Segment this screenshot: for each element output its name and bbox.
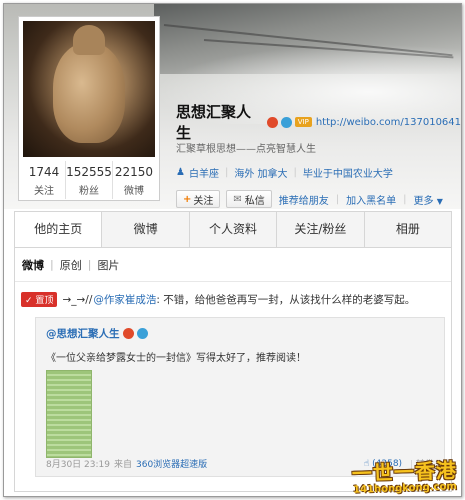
repost-text: 《一位父亲给梦露女士的一封信》写得太好了，推荐阅读！: [46, 353, 306, 364]
recommend-link[interactable]: 推荐给朋友: [279, 192, 329, 207]
tag-separator: |: [224, 167, 229, 178]
profile-tags: ♟ 白羊座 | 海外 加拿大 | 毕业于中国农业大学: [176, 165, 461, 180]
buddha-head-image: [53, 43, 125, 143]
post-text-line: ✓ 置顶 →_→// @作家崔成浩 : 不错，给他爸爸再写一封，从该找什么样的老…: [21, 292, 451, 307]
profile-name: 思想汇聚人生: [176, 103, 252, 142]
pin-icon: ✓: [25, 296, 33, 306]
verified-badge-icon[interactable]: [267, 116, 278, 128]
feed-subtabs: 微博 | 原创 | 图片: [15, 248, 451, 282]
profile-name-row: 思想汇聚人生 VIP http://weibo.com/137010641: [176, 103, 461, 142]
repost-source-prefix: 来自: [113, 460, 132, 470]
repost-source-link[interactable]: 360浏览器超速版: [136, 457, 207, 470]
profile-url-link[interactable]: http://weibo.com/137010641: [316, 117, 461, 128]
blacklist-link[interactable]: 加入黑名单: [346, 192, 396, 207]
feed-content: 微博 | 原创 | 图片 ✓ 置顶 →_→// @作家崔成浩 : 不错，给他爸爸…: [14, 247, 452, 492]
weibo-profile-frame: 1744 关注 152555 粉丝 22150 微博 思想汇聚人生 VIP ht…: [3, 3, 462, 497]
tab-home[interactable]: 他的主页: [15, 212, 103, 247]
profile-motto: 汇聚草根思想——点亮智慧人生: [176, 144, 316, 155]
message-label: 私信: [244, 195, 265, 207]
buddha-topknot-image: [73, 25, 105, 55]
avatar[interactable]: [23, 21, 155, 157]
stat-posts-label: 微博: [123, 186, 144, 197]
tab-album[interactable]: 相册: [365, 212, 451, 247]
pinned-label: 置顶: [35, 296, 54, 306]
subtab-separator: |: [87, 258, 92, 271]
follow-label: 关注: [193, 195, 214, 207]
person-icon: ♟: [176, 167, 185, 178]
stat-following[interactable]: 1744 关注: [23, 161, 67, 199]
pinned-post: ✓ 置顶 →_→// @作家崔成浩 : 不错，给他爸爸再写一封，从该找什么样的老…: [15, 282, 451, 477]
post-mention-link[interactable]: @作家崔成浩: [93, 292, 156, 307]
tab-follow[interactable]: 关注/粉丝: [277, 212, 365, 247]
mail-icon: ✉: [233, 193, 242, 205]
action-separator: |: [335, 193, 340, 205]
stat-followers-count: 152555: [66, 165, 112, 179]
tag-separator: |: [293, 167, 297, 178]
stat-following-count: 1744: [28, 165, 60, 179]
watermark-domain: 141hongkong.com: [352, 481, 457, 496]
tab-profile[interactable]: 个人资料: [190, 212, 278, 247]
verified-badge-icon: [122, 328, 134, 339]
site-watermark: 一世一香港 141hongkong.com: [351, 454, 458, 496]
profile-tabs: 他的主页 微博 个人资料 关注/粉丝 相册: [14, 211, 452, 247]
subtab-images[interactable]: 图片: [97, 257, 119, 273]
follow-button[interactable]: + 关注: [176, 190, 221, 208]
stat-followers[interactable]: 152555 粉丝: [66, 161, 113, 199]
stat-posts[interactable]: 22150 微博: [113, 161, 155, 199]
profile-stats: 1744 关注 152555 粉丝 22150 微博: [23, 161, 155, 199]
profile-info: 思想汇聚人生 VIP http://weibo.com/137010641 汇聚…: [176, 103, 461, 208]
pinned-badge: ✓ 置顶: [21, 292, 58, 307]
member-badge-icon: [136, 328, 148, 339]
subtab-original[interactable]: 原创: [60, 257, 82, 273]
action-separator: |: [403, 193, 407, 205]
tag-location[interactable]: 海外 加拿大: [234, 165, 287, 180]
stat-followers-label: 粉丝: [79, 186, 99, 197]
tab-weibo[interactable]: 微博: [102, 212, 190, 247]
repost-author-link[interactable]: @思想汇聚人生: [46, 326, 120, 341]
vip-badge[interactable]: VIP: [294, 117, 312, 127]
profile-actions: + 关注 ✉ 私信 推荐给朋友 | 加入黑名单 | 更多 ▼: [176, 190, 461, 208]
chevron-down-icon: ▼: [436, 196, 443, 206]
stat-posts-count: 22150: [114, 165, 154, 179]
repost-author-row: @思想汇聚人生: [46, 326, 434, 341]
repost-image-thumbnail[interactable]: [46, 370, 92, 458]
subtab-separator: |: [50, 258, 54, 271]
tag-school[interactable]: 毕业于中国农业大学: [303, 165, 393, 180]
message-button[interactable]: ✉ 私信: [226, 190, 272, 208]
more-label: 更多: [413, 195, 434, 207]
subtab-weibo[interactable]: 微博: [22, 257, 44, 273]
repost-box: @思想汇聚人生 《一位父亲给梦露女士的一封信》写得太好了，推荐阅读！ 8月30日…: [35, 317, 445, 477]
tag-zodiac[interactable]: 白羊座: [189, 165, 219, 180]
repost-date-link[interactable]: 8月30日 23:19: [46, 457, 110, 470]
stat-following-label: 关注: [34, 186, 55, 197]
post-text: : 不错，给他爸爸再写一封，从该找什么样的老婆写起。: [156, 294, 416, 306]
post-prefix: →_→//: [62, 293, 93, 306]
plus-icon: +: [183, 193, 192, 205]
avatar-card: 1744 关注 152555 粉丝 22150 微博: [18, 16, 160, 201]
member-badge-icon[interactable]: [280, 116, 292, 128]
more-link[interactable]: 更多 ▼: [414, 192, 443, 207]
